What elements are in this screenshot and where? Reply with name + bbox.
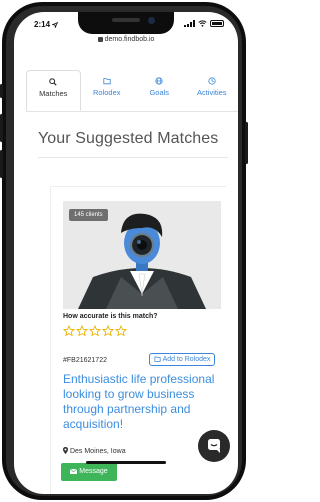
star-icon[interactable] bbox=[102, 325, 114, 337]
match-headline: Enthusiastic life professional looking t… bbox=[63, 372, 215, 431]
tab-activities-label: Activities bbox=[196, 88, 227, 97]
chat-bubble-icon bbox=[208, 439, 220, 453]
match-id: #FB21621722 bbox=[63, 357, 107, 364]
folder-icon bbox=[103, 78, 111, 85]
volume-down-button bbox=[0, 150, 3, 178]
lock-icon bbox=[97, 36, 103, 42]
accuracy-question: How accurate is this match? bbox=[63, 313, 158, 320]
chat-launcher-button[interactable] bbox=[198, 430, 230, 462]
tab-goals[interactable]: Goals bbox=[133, 70, 186, 111]
wifi-icon bbox=[198, 20, 207, 27]
star-icon[interactable] bbox=[115, 325, 127, 337]
title-divider bbox=[38, 157, 228, 158]
folder-icon bbox=[154, 356, 161, 362]
status-time: 2:14 bbox=[34, 20, 59, 29]
message-button[interactable]: Message bbox=[61, 463, 117, 481]
search-icon bbox=[49, 78, 57, 86]
page-title: Your Suggested Matches bbox=[38, 130, 219, 147]
tab-rolodex-label: Rolodex bbox=[92, 88, 121, 97]
match-location: Des Moines, Iowa bbox=[63, 447, 126, 455]
envelope-icon bbox=[70, 468, 78, 474]
volume-up-button bbox=[0, 114, 3, 142]
tab-matches-label: Matches bbox=[39, 89, 68, 98]
add-to-rolodex-label: Add to Rolodex bbox=[162, 356, 211, 363]
tab-rolodex[interactable]: Rolodex bbox=[81, 70, 134, 111]
url-text: demo.findbob.io bbox=[104, 36, 155, 43]
url-bar[interactable]: demo.findbob.io bbox=[14, 36, 238, 50]
globe-icon bbox=[155, 77, 163, 85]
phone-frame: 2:14 demo.findbob.io Matches Rolodex Goa… bbox=[0, 2, 248, 500]
add-to-rolodex-button[interactable]: Add to Rolodex bbox=[149, 353, 216, 366]
tab-goals-label: Goals bbox=[149, 88, 170, 97]
battery-icon bbox=[210, 20, 224, 27]
speaker bbox=[112, 18, 140, 22]
message-label: Message bbox=[79, 468, 108, 475]
front-camera bbox=[148, 17, 155, 24]
phone-screen: 2:14 demo.findbob.io Matches Rolodex Goa… bbox=[14, 12, 238, 494]
tab-matches[interactable]: Matches bbox=[26, 70, 81, 111]
location-text: Des Moines, Iowa bbox=[69, 448, 126, 455]
status-icons bbox=[184, 20, 224, 27]
star-icon[interactable] bbox=[89, 325, 101, 337]
home-indicator bbox=[86, 461, 166, 464]
power-button bbox=[245, 122, 248, 164]
location-arrow-icon bbox=[51, 21, 59, 29]
clients-badge: 145 clients bbox=[69, 209, 108, 221]
rating-stars[interactable] bbox=[63, 325, 127, 337]
nav-tabs: Matches Rolodex Goals Activities bbox=[26, 70, 238, 112]
tab-activities[interactable]: Activities bbox=[186, 70, 239, 111]
notch bbox=[78, 12, 174, 34]
profile-photo: 145 clients bbox=[63, 201, 221, 309]
star-icon[interactable] bbox=[76, 325, 88, 337]
mute-switch bbox=[0, 84, 3, 98]
star-icon[interactable] bbox=[63, 325, 75, 337]
clock-icon bbox=[208, 77, 216, 85]
map-marker-icon bbox=[63, 447, 68, 454]
signal-icon bbox=[184, 20, 195, 27]
